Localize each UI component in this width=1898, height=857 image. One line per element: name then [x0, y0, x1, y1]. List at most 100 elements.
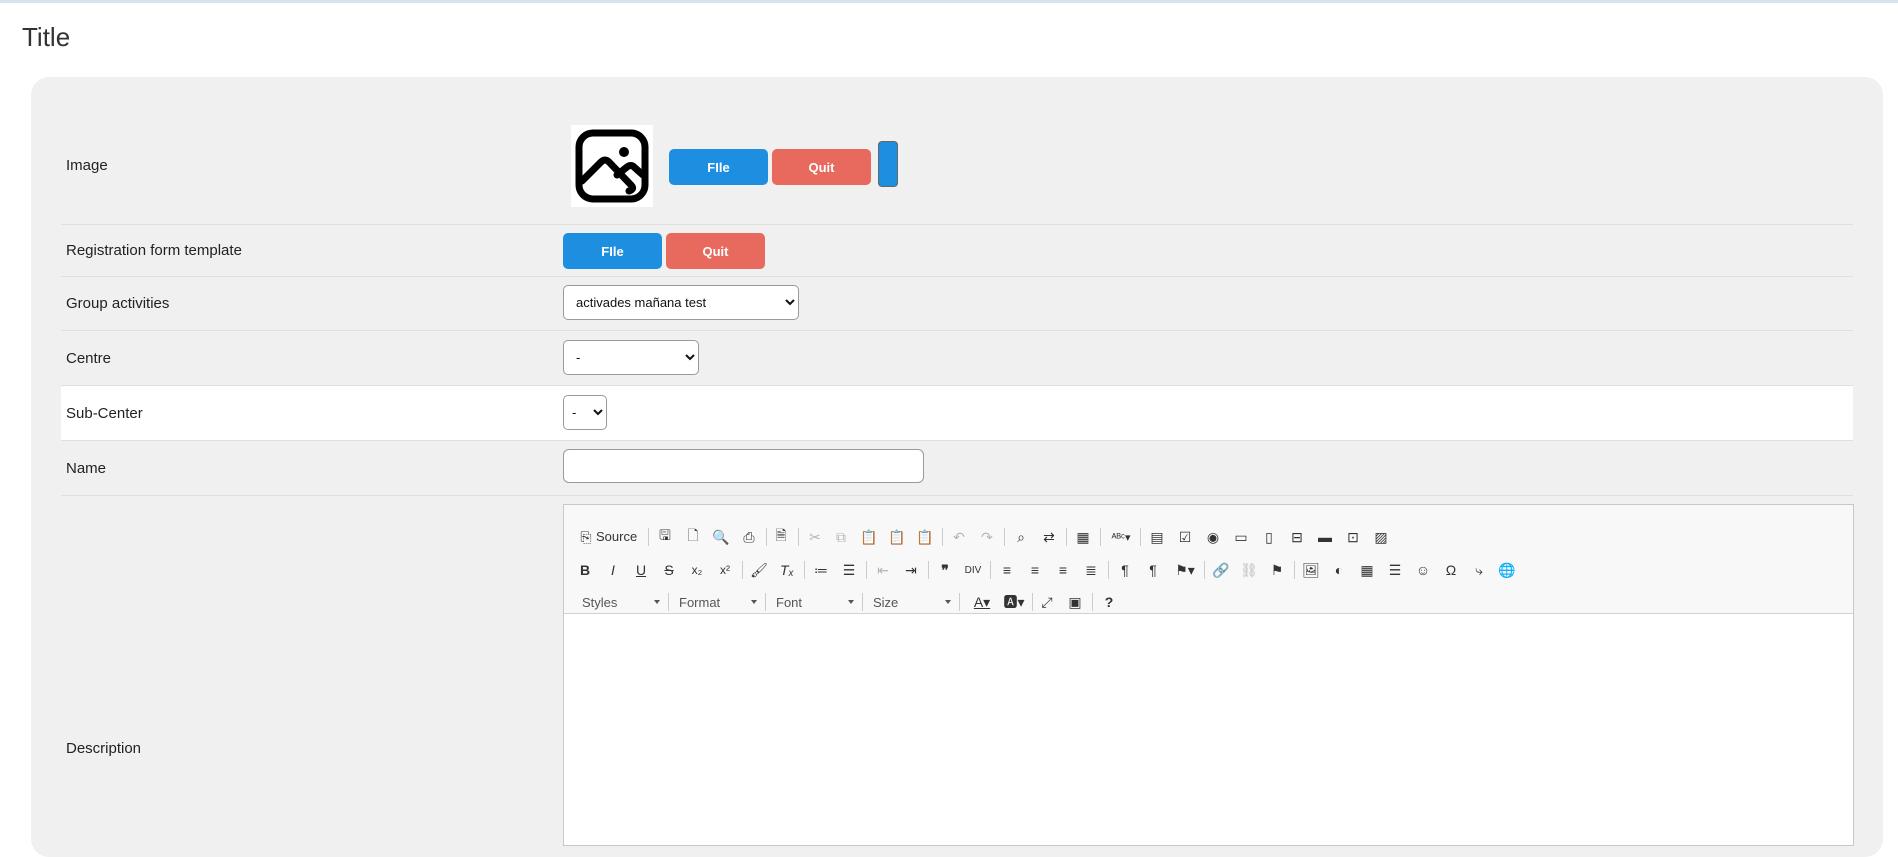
name-row: Name	[61, 441, 1853, 496]
blockquote-icon[interactable]: ❞	[934, 559, 956, 581]
centre-label: Centre	[66, 350, 112, 367]
unlink-icon[interactable]: ⛓	[1238, 559, 1260, 581]
toolbar-separator	[862, 593, 863, 611]
maximize-icon[interactable]: ⤢	[1036, 591, 1058, 613]
description-label: Description	[66, 740, 142, 757]
select-field-icon[interactable]: ⊟	[1286, 526, 1308, 548]
outdent-icon[interactable]: ⇤	[872, 559, 894, 581]
source-icon[interactable]: ⎘	[578, 526, 594, 548]
subscript-icon[interactable]: x₂	[686, 559, 708, 581]
replace-icon[interactable]: ⇄	[1038, 526, 1060, 548]
registration-file-button[interactable]: FIle	[563, 233, 662, 269]
bulleted-list-icon[interactable]: ☰	[838, 559, 860, 581]
remove-format-icon[interactable]: Tₓ	[776, 559, 798, 581]
save-icon[interactable]: 🖫	[654, 526, 676, 548]
toolbar-separator	[648, 528, 649, 546]
radio-icon[interactable]: ◉	[1202, 526, 1224, 548]
styles-dropdown[interactable]: Styles	[582, 591, 662, 613]
toolbar-separator	[804, 561, 805, 579]
strikethrough-icon[interactable]: S	[658, 559, 680, 581]
show-blocks-icon[interactable]: ▣	[1064, 591, 1086, 613]
editor-content-area[interactable]	[564, 614, 1853, 845]
toolbar-separator	[990, 561, 991, 579]
image-placeholder-icon	[575, 129, 649, 203]
hidden-field-icon[interactable]: ▨	[1370, 526, 1392, 548]
image-extra-button[interactable]	[878, 141, 898, 187]
spellcheck-icon[interactable]: ᴬᴮᶜ▾	[1106, 526, 1136, 548]
ltr-icon[interactable]: ¶	[1114, 559, 1136, 581]
toolbar-separator	[1204, 561, 1205, 579]
paste-text-icon[interactable]: 📋	[886, 526, 908, 548]
size-dropdown[interactable]: Size	[873, 591, 953, 613]
paste-icon[interactable]: 📋	[858, 526, 880, 548]
registration-quit-button[interactable]: Quit	[666, 233, 765, 269]
group-activities-select[interactable]: activades mañana test	[563, 285, 799, 320]
find-icon[interactable]: ⌕	[1010, 526, 1032, 548]
help-icon[interactable]: ?	[1098, 591, 1120, 613]
toolbar-separator	[1004, 528, 1005, 546]
textfield-icon[interactable]: ▭	[1230, 526, 1252, 548]
new-page-icon[interactable]: 🗋	[682, 526, 704, 548]
copy-icon[interactable]: ⧉	[830, 526, 852, 548]
align-center-icon[interactable]: ≡	[1024, 559, 1046, 581]
numbered-list-icon[interactable]: ≔	[810, 559, 832, 581]
name-label: Name	[66, 460, 107, 477]
text-color-icon[interactable]: A▾	[968, 591, 996, 613]
rich-text-editor: ⎘ Source 🖫 🗋 🔍 ⎙ 🗎 ✂ ⧉ 📋 📋 📋 ↶ ↷ ⌕ ⇄ ▦ ᴬ…	[563, 504, 1854, 846]
image-quit-button[interactable]: Quit	[772, 149, 871, 185]
templates-icon[interactable]: 🗎	[770, 526, 792, 548]
button-field-icon[interactable]: ▬	[1314, 526, 1336, 548]
textarea-icon[interactable]: ▯	[1258, 526, 1280, 548]
superscript-icon[interactable]: x²	[714, 559, 736, 581]
format-dropdown[interactable]: Format	[679, 591, 759, 613]
toolbar-separator	[1092, 593, 1093, 611]
iframe-icon[interactable]: 🌐	[1496, 559, 1518, 581]
registration-row: Registration form template FIle Quit	[61, 225, 1853, 277]
source-button-label[interactable]: Source	[596, 526, 637, 548]
paste-word-icon[interactable]: 📋	[914, 526, 936, 548]
checkbox-icon[interactable]: ☑	[1174, 526, 1196, 548]
image-row: Image FIle Quit	[61, 100, 1853, 225]
align-justify-icon[interactable]: ≣	[1080, 559, 1102, 581]
div-container-icon[interactable]: DIV	[962, 559, 984, 581]
insert-image-icon[interactable]: 🖼	[1300, 559, 1322, 581]
select-all-icon[interactable]: ▦	[1072, 526, 1094, 548]
page-title: Title	[22, 22, 71, 52]
page-break-icon[interactable]: ⤷	[1468, 559, 1490, 581]
toolbar-separator	[866, 561, 867, 579]
language-icon[interactable]: ⚑▾	[1170, 559, 1200, 581]
align-right-icon[interactable]: ≡	[1052, 559, 1074, 581]
print-icon[interactable]: ⎙	[738, 526, 760, 548]
name-input[interactable]	[563, 449, 924, 483]
centre-select[interactable]: -	[563, 340, 699, 375]
copy-format-icon[interactable]: 🖌	[748, 559, 770, 581]
toolbar-separator	[798, 528, 799, 546]
link-icon[interactable]: 🔗	[1210, 559, 1232, 581]
special-char-icon[interactable]: Ω	[1440, 559, 1462, 581]
image-file-button[interactable]: FIle	[669, 149, 768, 185]
indent-icon[interactable]: ⇥	[900, 559, 922, 581]
align-left-icon[interactable]: ≡	[996, 559, 1018, 581]
font-dropdown[interactable]: Font	[776, 591, 856, 613]
anchor-icon[interactable]: ⚑	[1266, 559, 1288, 581]
underline-icon[interactable]: U	[630, 559, 652, 581]
editor-toolbar: ⎘ Source 🖫 🗋 🔍 ⎙ 🗎 ✂ ⧉ 📋 📋 📋 ↶ ↷ ⌕ ⇄ ▦ ᴬ…	[564, 505, 1853, 614]
form-icon[interactable]: ▤	[1146, 526, 1168, 548]
image-label: Image	[66, 157, 108, 174]
chevron-down-icon	[751, 600, 757, 604]
horizontal-rule-icon[interactable]: ☰	[1384, 559, 1406, 581]
table-icon[interactable]: ▦	[1356, 559, 1378, 581]
bold-icon[interactable]: B	[574, 559, 596, 581]
redo-icon[interactable]: ↷	[976, 526, 998, 548]
preview-icon[interactable]: 🔍	[710, 526, 732, 548]
italic-icon[interactable]: I	[602, 559, 624, 581]
image-button-icon[interactable]: ⊡	[1342, 526, 1364, 548]
bg-color-icon[interactable]: 🅰▾	[1000, 591, 1028, 613]
smiley-icon[interactable]: ☺	[1412, 559, 1434, 581]
rtl-icon[interactable]: ¶	[1142, 559, 1164, 581]
flash-icon[interactable]: ◐	[1328, 559, 1350, 581]
undo-icon[interactable]: ↶	[948, 526, 970, 548]
sub-center-select[interactable]: -	[563, 395, 607, 430]
chevron-down-icon	[848, 600, 854, 604]
cut-icon[interactable]: ✂	[804, 526, 826, 548]
